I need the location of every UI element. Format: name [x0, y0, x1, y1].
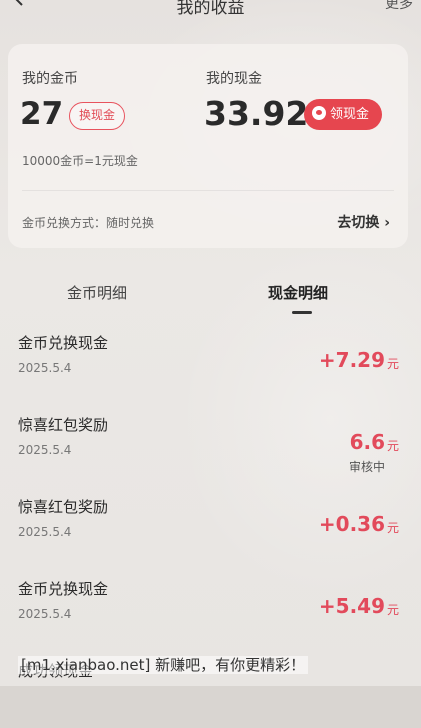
- list-item[interactable]: 惊喜红包奖励 2025.5.4 6.6 元 审核中: [0, 400, 421, 482]
- exchange-cash-button[interactable]: 换现金: [69, 102, 125, 130]
- coin-balance-value: 27: [20, 96, 64, 132]
- active-tab-indicator: [292, 311, 312, 314]
- record-title: 惊喜红包奖励: [18, 498, 109, 516]
- divider: [22, 190, 394, 191]
- watermark-text: [m1.xianbao.net] 新赚吧，有你更精彩！: [18, 654, 309, 675]
- record-title: 惊喜红包奖励: [18, 416, 109, 434]
- record-status: 审核中: [348, 460, 385, 474]
- cash-balance-label: 我的现金: [206, 71, 262, 87]
- record-unit: 元: [386, 603, 399, 617]
- wallet-card: 我的金币 27 换现金 我的现金 33.92 领现金 10000金币=1元现金 …: [8, 44, 408, 248]
- record-date: 2025.5.4: [18, 443, 72, 457]
- tab-cash-detail[interactable]: 现金明细: [268, 282, 328, 303]
- record-date: 2025.5.4: [18, 361, 72, 375]
- record-unit: 元: [386, 439, 399, 453]
- record-amount: 6.6: [349, 430, 385, 454]
- record-date: 2025.5.4: [18, 607, 72, 621]
- record-unit: 元: [386, 521, 399, 535]
- more-button[interactable]: 更多: [385, 0, 413, 13]
- list-item[interactable]: 惊喜红包奖励 2025.5.4 +0.36 元: [0, 482, 421, 564]
- exchange-method-text: 金币兑换方式：随时兑换: [22, 216, 155, 230]
- list-item[interactable]: 金币兑换现金 2025.5.4 +5.49 元: [0, 564, 421, 646]
- withdraw-cash-label: 领现金: [330, 107, 370, 122]
- wechat-icon: [312, 106, 326, 120]
- exchange-rate-text: 10000金币=1元现金: [22, 154, 138, 168]
- record-title: 金币兑换现金: [18, 580, 109, 598]
- tab-coin-detail[interactable]: 金币明细: [67, 282, 127, 303]
- record-amount: +0.36: [318, 512, 385, 536]
- detail-tabs: 金币明细 现金明细: [0, 270, 421, 314]
- list-item[interactable]: 金币兑换现金 2025.5.4 +7.29 元: [0, 318, 421, 400]
- switch-method-link[interactable]: 去切换 ›: [337, 212, 390, 232]
- coin-balance-label: 我的金币: [22, 71, 78, 87]
- withdraw-cash-button[interactable]: 领现金: [304, 99, 382, 130]
- page-title: 我的收益: [176, 0, 245, 18]
- record-date: 2025.5.4: [18, 525, 72, 539]
- record-unit: 元: [386, 357, 399, 371]
- header: 我的收益 更多: [0, 0, 421, 24]
- record-title: 金币兑换现金: [18, 334, 109, 352]
- cash-balance-value: 33.92: [204, 94, 309, 133]
- record-amount: +5.49: [318, 594, 385, 618]
- record-amount: +7.29: [318, 348, 385, 372]
